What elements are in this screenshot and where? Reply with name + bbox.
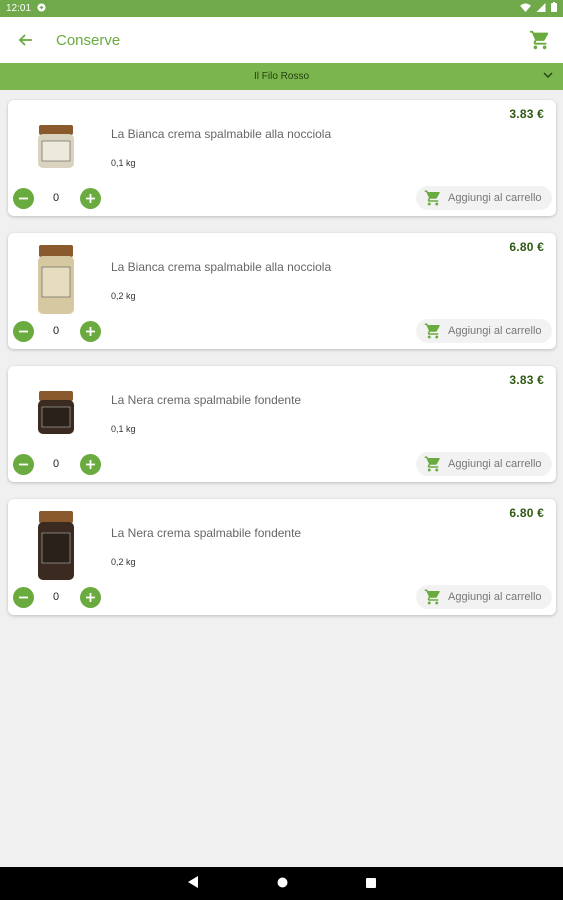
product-card: 3.83 € La Nera crema spalmabile fondente…: [8, 366, 556, 482]
plus-icon: [86, 460, 95, 469]
product-price: 6.80 €: [509, 240, 544, 254]
add-to-cart-label: Aggiungi al carrello: [448, 458, 542, 470]
sync-icon: [37, 2, 46, 15]
product-price: 3.83 €: [509, 373, 544, 387]
product-image: [34, 112, 78, 182]
page-title: Conserve: [56, 31, 121, 49]
add-to-cart-button[interactable]: Aggiungi al carrello: [416, 186, 552, 210]
arrow-left-icon: [18, 34, 32, 46]
product-image: [34, 511, 78, 581]
plus-icon: [86, 593, 95, 602]
product-name: La Nera crema spalmabile fondente: [111, 393, 302, 407]
product-price: 3.83 €: [509, 107, 544, 121]
minus-icon: [19, 330, 28, 333]
system-nav-bar: [0, 867, 563, 900]
product-weight: 0,2 kg: [111, 291, 136, 301]
signal-icon: [536, 2, 546, 15]
increase-quantity-button[interactable]: [80, 321, 101, 342]
decrease-quantity-button[interactable]: [13, 321, 34, 342]
add-to-cart-label: Aggiungi al carrello: [448, 591, 542, 603]
cart-icon: [424, 455, 442, 473]
minus-icon: [19, 463, 28, 466]
quantity-value: 0: [52, 591, 60, 603]
product-card: 6.80 € La Bianca crema spalmabile alla n…: [8, 233, 556, 349]
cart-icon: [529, 30, 549, 50]
quantity-value: 0: [52, 192, 60, 204]
product-list: 3.83 € La Bianca crema spalmabile alla n…: [8, 100, 556, 632]
battery-icon: [551, 2, 557, 15]
increase-quantity-button[interactable]: [80, 188, 101, 209]
decrease-quantity-button[interactable]: [13, 587, 34, 608]
nav-home-button[interactable]: [277, 875, 288, 893]
triangle-back-icon: [187, 875, 198, 888]
product-name: La Bianca crema spalmabile alla nocciola: [111, 260, 332, 274]
cart-button[interactable]: [517, 17, 563, 63]
cart-icon: [424, 588, 442, 606]
product-name: La Nera crema spalmabile fondente: [111, 526, 302, 540]
minus-icon: [19, 197, 28, 200]
add-to-cart-label: Aggiungi al carrello: [448, 325, 542, 337]
decrease-quantity-button[interactable]: [13, 454, 34, 475]
cart-icon: [424, 189, 442, 207]
product-image: [34, 245, 78, 315]
status-time: 12:01: [6, 3, 32, 14]
quantity-value: 0: [52, 325, 60, 337]
product-name: La Bianca crema spalmabile alla nocciola: [111, 127, 332, 141]
plus-icon: [86, 194, 95, 203]
increase-quantity-button[interactable]: [80, 454, 101, 475]
product-card: 3.83 € La Bianca crema spalmabile alla n…: [8, 100, 556, 216]
add-to-cart-button[interactable]: Aggiungi al carrello: [416, 452, 552, 476]
product-card: 6.80 € La Nera crema spalmabile fondente…: [8, 499, 556, 615]
minus-icon: [19, 596, 28, 599]
decrease-quantity-button[interactable]: [13, 188, 34, 209]
increase-quantity-button[interactable]: [80, 587, 101, 608]
quantity-stepper: 0: [13, 321, 103, 343]
nav-recents-button[interactable]: [365, 875, 376, 893]
square-recents-icon: [365, 877, 376, 888]
add-to-cart-label: Aggiungi al carrello: [448, 192, 542, 204]
wifi-icon: [520, 2, 531, 15]
app-bar: Conserve: [0, 17, 563, 63]
plus-icon: [86, 327, 95, 336]
quantity-stepper: 0: [13, 188, 103, 210]
filter-label: Il Filo Rosso: [253, 71, 309, 82]
product-weight: 0,1 kg: [111, 424, 136, 434]
add-to-cart-button[interactable]: Aggiungi al carrello: [416, 585, 552, 609]
back-button[interactable]: [0, 17, 50, 63]
product-price: 6.80 €: [509, 506, 544, 520]
cart-icon: [424, 322, 442, 340]
nav-back-button[interactable]: [187, 875, 199, 893]
add-to-cart-button[interactable]: Aggiungi al carrello: [416, 319, 552, 343]
circle-home-icon: [277, 877, 287, 887]
quantity-value: 0: [52, 458, 60, 470]
chevron-down-icon: [543, 70, 553, 83]
quantity-stepper: 0: [13, 587, 103, 609]
quantity-stepper: 0: [13, 454, 103, 476]
supplier-filter-dropdown[interactable]: Il Filo Rosso: [0, 63, 563, 90]
product-image: [34, 378, 78, 448]
product-weight: 0,1 kg: [111, 158, 136, 168]
product-weight: 0,2 kg: [111, 557, 136, 567]
status-bar: 12:01: [0, 0, 563, 17]
